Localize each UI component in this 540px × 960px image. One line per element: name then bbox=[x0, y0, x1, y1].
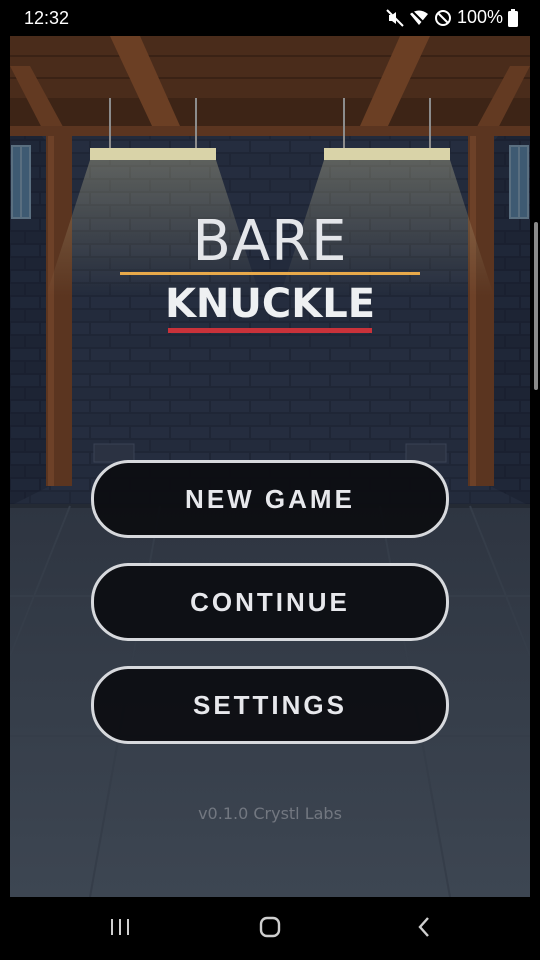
settings-button[interactable]: SETTINGS bbox=[91, 666, 449, 744]
mute-icon bbox=[386, 8, 404, 27]
battery-icon bbox=[508, 8, 518, 27]
scrollbar[interactable] bbox=[534, 222, 538, 390]
title-line-2: KNUCKLE bbox=[164, 281, 376, 327]
version-label: v0.1.0 Crystl Labs bbox=[198, 804, 342, 823]
wifi-icon bbox=[409, 9, 429, 27]
title-underline-red bbox=[168, 328, 372, 333]
status-icons: 100% bbox=[386, 7, 518, 28]
title-line-1: BARE bbox=[192, 209, 348, 274]
recent-apps-icon bbox=[109, 917, 131, 941]
home-button[interactable] bbox=[230, 897, 310, 960]
status-bar: 12:32 100% bbox=[0, 0, 540, 36]
back-button[interactable] bbox=[384, 897, 464, 960]
recent-apps-button[interactable] bbox=[80, 897, 160, 960]
new-game-button[interactable]: NEW GAME bbox=[91, 460, 449, 538]
continue-button[interactable]: CONTINUE bbox=[91, 563, 449, 641]
dnd-icon bbox=[434, 9, 452, 27]
game-scene: BARE KNUCKLE NEW GAME CONTINUE SETTINGS … bbox=[10, 36, 530, 897]
navigation-bar bbox=[0, 897, 540, 960]
title-underline-gold bbox=[120, 272, 420, 275]
status-time: 12:32 bbox=[24, 8, 70, 28]
battery-percent: 100% bbox=[456, 7, 503, 27]
back-icon bbox=[416, 915, 432, 943]
home-icon bbox=[258, 915, 282, 943]
